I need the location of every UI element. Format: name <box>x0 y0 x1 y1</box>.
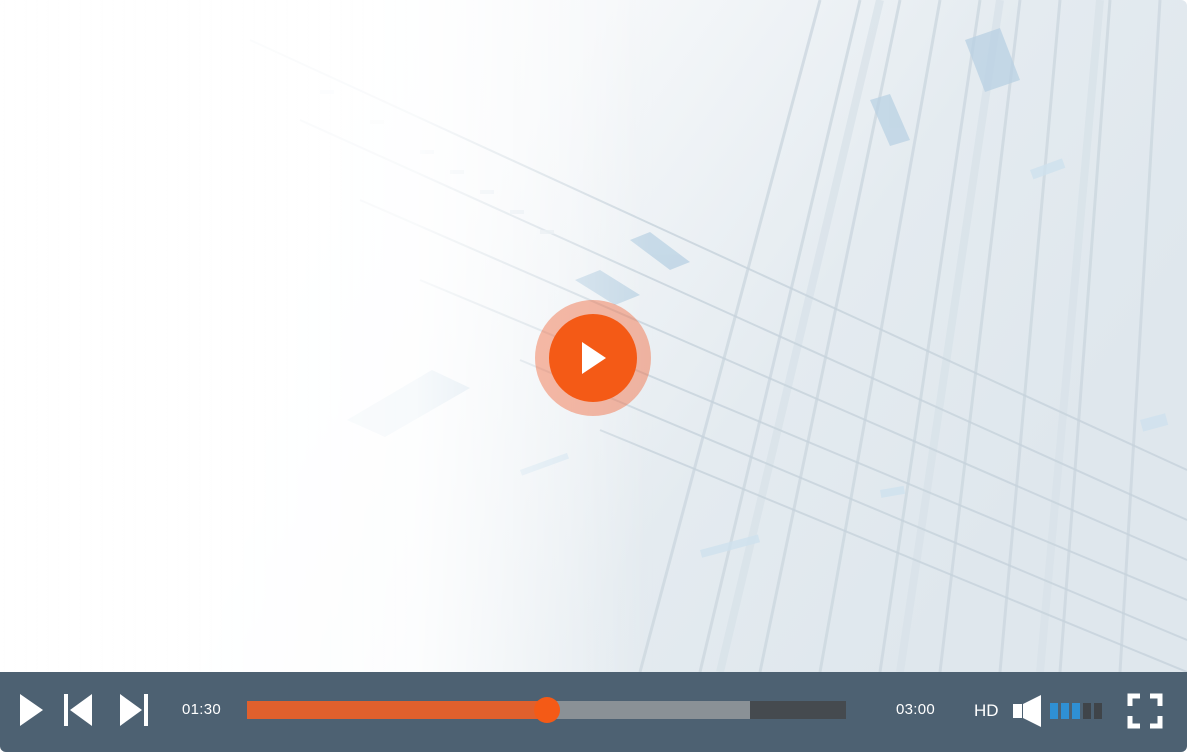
volume-bar[interactable] <box>1072 703 1080 719</box>
next-button[interactable] <box>116 690 152 730</box>
skip-next-icon <box>120 694 148 726</box>
play-button[interactable] <box>14 690 48 730</box>
video-player: 01:30 03:00 HD <box>0 0 1187 752</box>
fullscreen-icon <box>1127 693 1163 729</box>
play-icon <box>582 342 606 374</box>
volume-bar[interactable] <box>1094 703 1102 719</box>
skip-previous-icon <box>64 694 92 726</box>
seek-played <box>247 701 547 719</box>
mute-button[interactable] <box>1010 692 1044 730</box>
previous-button[interactable] <box>60 690 96 730</box>
control-bar: 01:30 03:00 HD <box>0 672 1187 752</box>
volume-bar[interactable] <box>1083 703 1091 719</box>
current-time: 01:30 <box>182 701 222 718</box>
fullscreen-button[interactable] <box>1124 690 1166 732</box>
volume-bar[interactable] <box>1050 703 1058 719</box>
speaker-icon <box>1013 695 1041 727</box>
volume-bar[interactable] <box>1061 703 1069 719</box>
volume-slider[interactable] <box>1050 703 1102 719</box>
seek-bar[interactable] <box>247 697 846 723</box>
center-play-button-circle <box>549 314 637 402</box>
duration-time: 03:00 <box>896 701 936 718</box>
center-play-button[interactable] <box>535 300 651 416</box>
seek-handle[interactable] <box>533 697 560 723</box>
quality-toggle[interactable]: HD <box>974 699 999 723</box>
play-icon <box>20 694 43 726</box>
